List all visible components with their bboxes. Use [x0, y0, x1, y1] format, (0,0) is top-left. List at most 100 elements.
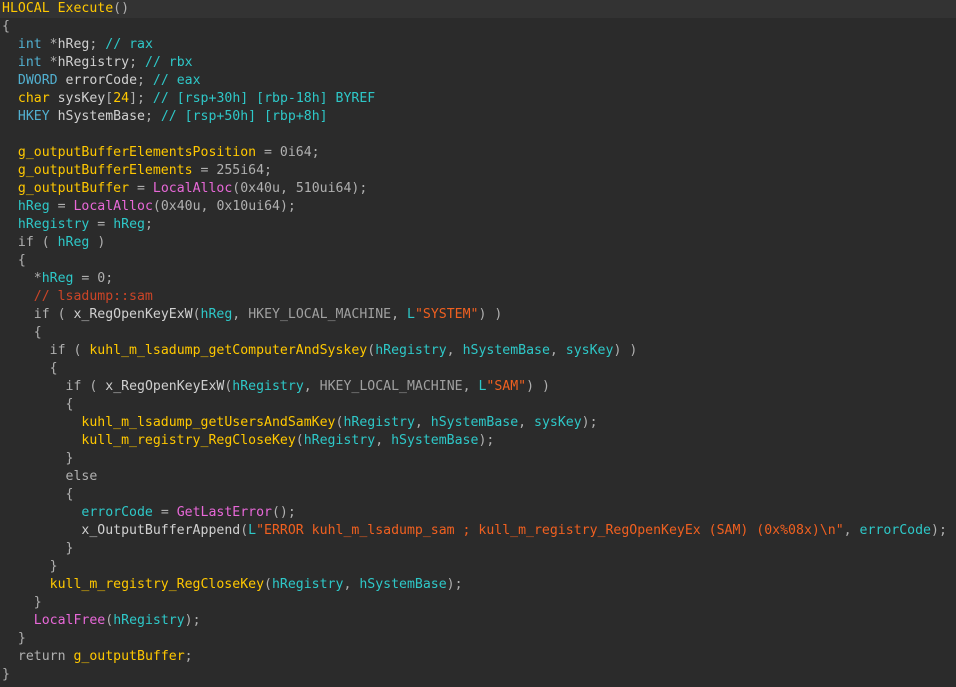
code-token: } [2, 541, 74, 556]
code-token: ; [129, 55, 145, 70]
code-token: ); [184, 613, 201, 628]
code-token: errorCode [859, 523, 931, 538]
code-token: ; [144, 217, 153, 232]
code-token: ( [240, 523, 249, 538]
code-line[interactable]: if ( hReg ) [0, 234, 956, 252]
code-token: x_RegOpenKeyExW [105, 379, 225, 394]
code-line[interactable]: } [0, 666, 956, 684]
pseudocode-view[interactable]: HLOCAL Execute(){ int *hReg; // rax int … [0, 0, 956, 687]
code-token: HLOCAL [2, 1, 50, 16]
code-line[interactable]: { [0, 324, 956, 342]
code-token: [ [105, 91, 114, 106]
code-line[interactable]: if ( x_RegOpenKeyExW(hRegistry, HKEY_LOC… [0, 378, 956, 396]
code-token: ( [81, 379, 106, 394]
code-token: , [414, 415, 431, 430]
code-line[interactable]: g_outputBuffer = LocalAlloc(0x40u, 510ui… [0, 180, 956, 198]
code-line[interactable]: HLOCAL Execute() [0, 0, 956, 18]
code-line[interactable]: HKEY hSystemBase; // [rsp+50h] [rbp+8h] [0, 108, 956, 126]
code-token: ); [931, 523, 947, 538]
code-token: "SAM" [486, 379, 527, 394]
code-token: ; [89, 37, 106, 52]
code-line[interactable]: errorCode = GetLastError(); [0, 504, 956, 522]
code-line[interactable]: g_outputBufferElements = 255i64; [0, 162, 956, 180]
code-token: { [2, 361, 58, 376]
code-line[interactable]: LocalFree(hRegistry); [0, 612, 956, 630]
code-token: hReg [113, 217, 145, 232]
code-line[interactable]: DWORD errorCode; // eax [0, 72, 956, 90]
code-token: ( [65, 343, 90, 358]
code-line[interactable]: if ( kuhl_m_lsadump_getComputerAndSyskey… [0, 342, 956, 360]
code-token: hRegistry [303, 433, 376, 448]
code-line[interactable]: } [0, 594, 956, 612]
code-token: = [73, 271, 98, 286]
code-line[interactable]: char sysKey[24]; // [rsp+30h] [rbp-18h] … [0, 90, 956, 108]
code-token: ); [478, 433, 495, 448]
code-line[interactable]: { [0, 486, 956, 504]
code-line[interactable]: hReg = LocalAlloc(0x40u, 0x10ui64); [0, 198, 956, 216]
code-line[interactable]: { [0, 252, 956, 270]
code-line[interactable]: x_OutputBufferAppend(L"ERROR kuhl_m_lsad… [0, 522, 956, 540]
code-token: } [2, 559, 58, 574]
code-token: = [129, 181, 153, 196]
code-token: ; [311, 145, 320, 160]
code-token: , [200, 199, 217, 214]
code-line[interactable]: hRegistry = hReg; [0, 216, 956, 234]
code-line[interactable]: // lsadump::sam [0, 288, 956, 306]
code-line[interactable]: kull_m_registry_RegCloseKey(hRegistry, h… [0, 576, 956, 594]
code-line[interactable]: if ( x_RegOpenKeyExW(hReg, HKEY_LOCAL_MA… [0, 306, 956, 324]
code-line[interactable]: g_outputBufferElementsPosition = 0i64; [0, 144, 956, 162]
code-token: , [549, 343, 566, 358]
code-line[interactable]: } [0, 558, 956, 576]
code-line[interactable]: } [0, 540, 956, 558]
code-line[interactable]: else [0, 468, 956, 486]
code-token: ; [137, 73, 153, 88]
code-token: kuhl_m_lsadump_getComputerAndSyskey [89, 343, 368, 358]
code-line[interactable] [0, 126, 956, 144]
code-token: hRegistry [232, 379, 304, 394]
code-token: , [232, 307, 249, 322]
code-line[interactable]: { [0, 360, 956, 378]
code-line[interactable]: { [0, 18, 956, 36]
code-line[interactable]: { [0, 396, 956, 414]
code-line[interactable]: int *hReg; // rax [0, 36, 956, 54]
code-line[interactable]: return g_outputBuffer; [0, 648, 956, 666]
code-token: errorCode [81, 505, 153, 520]
code-token: () [113, 1, 130, 16]
code-line[interactable]: kull_m_registry_RegCloseKey(hRegistry, h… [0, 432, 956, 450]
code-token: g_outputBufferElementsPosition [17, 145, 257, 160]
code-line[interactable]: } [0, 630, 956, 648]
code-token: } [2, 595, 42, 610]
code-token: // eax [152, 73, 201, 88]
code-token: // rbx [144, 55, 193, 70]
code-line[interactable]: int *hRegistry; // rbx [0, 54, 956, 72]
code-line[interactable]: *hReg = 0; [0, 270, 956, 288]
code-token: , [303, 379, 320, 394]
code-line[interactable]: } [0, 450, 956, 468]
code-token: hReg [41, 271, 74, 286]
code-token: hSystemBase [462, 343, 550, 358]
code-line[interactable]: kuhl_m_lsadump_getUsersAndSamKey(hRegist… [0, 414, 956, 432]
code-token: DWORD [17, 73, 58, 88]
code-token: { [2, 325, 42, 340]
code-token: LocalFree [33, 613, 106, 628]
code-token: } [2, 451, 74, 466]
code-token: * [41, 55, 58, 70]
code-token: hRegistry [271, 577, 344, 592]
code-token: x_OutputBufferAppend [81, 523, 241, 538]
code-token: , [843, 523, 860, 538]
code-token: sysKey [57, 91, 106, 106]
